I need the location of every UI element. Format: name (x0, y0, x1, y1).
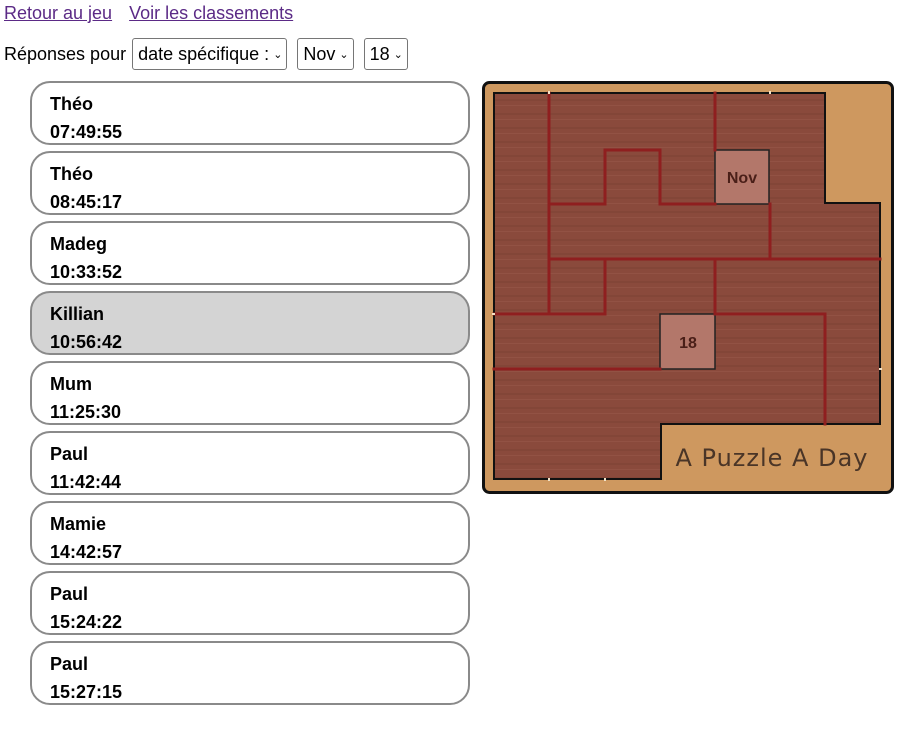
answer-time: 10:33:52 (50, 262, 123, 282)
answers-list: Théo 07:49:55 Théo 08:45:17 Madeg 10:33:… (30, 81, 470, 711)
answer-time: 15:24:22 (50, 612, 123, 632)
chevron-down-icon: ⌄ (273, 48, 283, 61)
answer-player: Paul (50, 654, 89, 674)
answer-time: 07:49:55 (50, 122, 123, 142)
month-select[interactable]: Nov ⌄ (297, 38, 354, 70)
answer-card[interactable]: Mamie 14:42:57 (30, 501, 470, 565)
answer-card[interactable]: Théo 08:45:17 (30, 151, 470, 215)
answer-card[interactable]: Paul 15:27:15 (30, 641, 470, 705)
answer-player: Killian (50, 304, 105, 324)
month-cell-label: Nov (727, 170, 757, 187)
filters-label: Réponses pour (4, 43, 127, 64)
answer-time: 10:56:42 (50, 332, 123, 352)
back-to-game-link[interactable]: Retour au jeu (4, 3, 112, 23)
answer-time: 11:42:44 (50, 472, 122, 492)
date-mode-select[interactable]: date spécifique : ⌄ (132, 38, 288, 70)
answer-card[interactable]: Mum 11:25:30 (30, 361, 470, 425)
answer-player: Mamie (50, 514, 107, 534)
answer-player: Théo (50, 164, 93, 184)
date-mode-value: date spécifique : (138, 43, 270, 64)
answer-card-selected[interactable]: Killian 10:56:42 (30, 291, 470, 355)
answer-card[interactable]: Paul 15:24:22 (30, 571, 470, 635)
answer-time: 11:25:30 (50, 402, 122, 422)
answer-filters: Réponses pour date spécifique : ⌄ Nov ⌄ … (4, 38, 418, 70)
answer-time: 08:45:17 (50, 192, 123, 212)
answer-player: Madeg (50, 234, 108, 254)
answer-player: Mum (50, 374, 92, 394)
answer-player: Théo (50, 94, 93, 114)
top-nav: Retour au jeu Voir les classements (4, 3, 305, 24)
chevron-down-icon: ⌄ (393, 48, 403, 61)
day-value: 18 (369, 43, 390, 64)
puzzle-pieces (493, 92, 881, 480)
day-select[interactable]: 18 ⌄ (363, 38, 408, 70)
answer-player: Paul (50, 444, 89, 464)
answer-card[interactable]: Madeg 10:33:52 (30, 221, 470, 285)
answer-player: Paul (50, 584, 89, 604)
answer-time: 14:42:57 (50, 542, 123, 562)
board-title: A Puzzle A Day (675, 444, 868, 472)
puzzle-board: Nov 18 A Puzzle A Day (482, 81, 894, 494)
rankings-link[interactable]: Voir les classements (129, 3, 293, 23)
chevron-down-icon: ⌄ (339, 48, 349, 61)
answer-card[interactable]: Théo 07:49:55 (30, 81, 470, 145)
answer-card[interactable]: Paul 11:42:44 (30, 431, 470, 495)
day-cell-label: 18 (679, 335, 697, 352)
month-value: Nov (303, 43, 336, 64)
answer-time: 15:27:15 (50, 682, 123, 702)
